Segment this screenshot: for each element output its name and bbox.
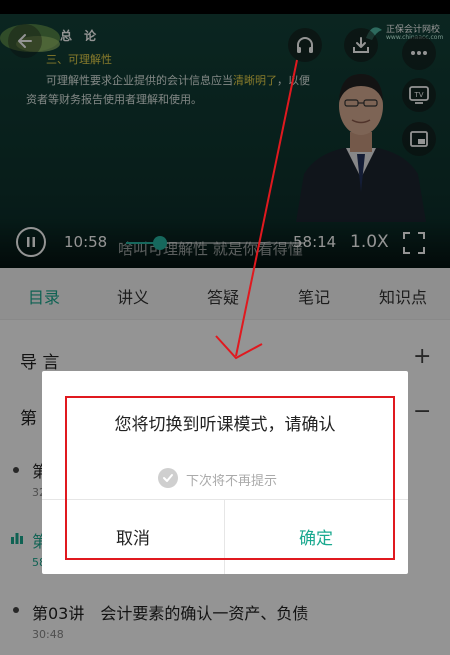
annotation-highlight-box: [65, 396, 395, 560]
